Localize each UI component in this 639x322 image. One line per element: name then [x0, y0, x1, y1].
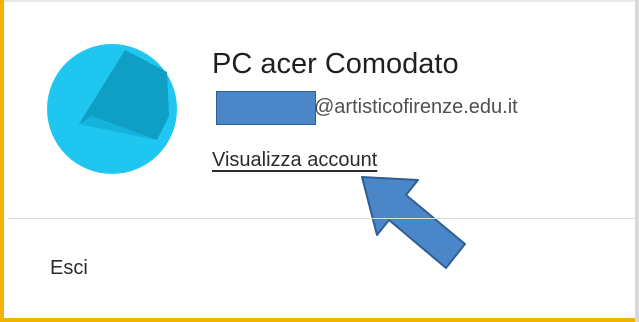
popup-top-edge	[4, 0, 639, 2]
avatar-icon	[47, 44, 177, 174]
sign-out-item[interactable]: Esci	[8, 219, 639, 318]
email-redaction-box	[216, 91, 316, 125]
account-name: PC acer Comodato	[212, 48, 459, 80]
view-account-link[interactable]: Visualizza account	[212, 149, 377, 172]
account-popup: PC acer Comodato @artisticofirenze.edu.i…	[0, 0, 639, 322]
sign-out-label: Esci	[50, 257, 88, 279]
email-domain: @artisticofirenze.edu.it	[314, 96, 518, 118]
